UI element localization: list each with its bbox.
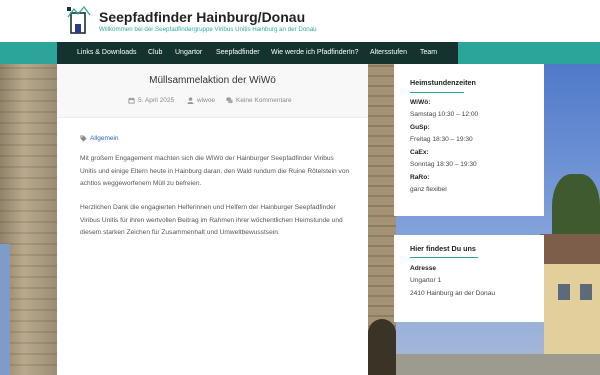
widget-title-underline [410, 257, 478, 258]
user-icon [187, 97, 194, 104]
post-category[interactable]: Allgemein [80, 135, 119, 142]
post-comments[interactable]: Keine Kommentare [226, 97, 292, 104]
site-logo[interactable] [66, 5, 92, 35]
hours-value-gusp: Freitag 18:30 – 19:30 [410, 136, 473, 143]
calendar-icon [128, 97, 135, 104]
post-author-text: wiwoe [197, 97, 216, 104]
nav-item-ungartor[interactable]: Ungartor [175, 49, 202, 56]
hours-label-caex: CaEx: [410, 149, 429, 156]
site-tagline: Willkommen bei der Seepfadfindergruppe V… [99, 26, 317, 33]
address-label: Adresse [410, 265, 437, 272]
hours-label-raro: RaRo: [410, 174, 430, 181]
main-nav: Links & Downloads Club Ungartor Seepfadf… [57, 42, 458, 64]
nav-item-altersstufen[interactable]: Altersstufen [370, 49, 407, 56]
hours-value-raro: ganz flexibel [410, 186, 447, 193]
hours-label-gusp: GuSp: [410, 124, 430, 131]
nav-item-links-downloads[interactable]: Links & Downloads [77, 49, 137, 56]
widget-title-underline [410, 92, 464, 93]
post-title[interactable]: Müllsammelaktion der WiWö [57, 75, 368, 86]
widget-title-location: Hier findest Du uns [410, 244, 476, 253]
site-title[interactable]: Seepfadfinder Hainburg/Donau [99, 9, 305, 25]
comments-icon [226, 97, 233, 104]
hours-value-caex: Sonntag 18:30 – 19:30 [410, 161, 477, 168]
nav-item-seepfadfinder[interactable]: Seepfadfinder [216, 49, 260, 56]
post-paragraph-2: Herzlichen Dank die engagierten Helferin… [80, 204, 343, 236]
nav-item-wie-werde-ich[interactable]: Wie werde ich PfadfinderIn? [271, 49, 359, 56]
post-comments-text: Keine Kommentare [236, 97, 292, 104]
widget-heimstundenzeiten: Heimstundenzeiten WiWö: Samstag 10:30 – … [394, 64, 544, 216]
post-paragraph-1: Mit großem Engagement machten sich die W… [80, 155, 350, 187]
post-author[interactable]: wiwoe [187, 97, 215, 104]
post-category-text: Allgemein [90, 135, 119, 142]
post-date-text: 5. April 2025 [138, 97, 175, 104]
nav-item-club[interactable]: Club [148, 49, 162, 56]
hours-label-wiwoe: WiWö: [410, 99, 431, 106]
address-street: Ungartor 1 [410, 277, 442, 284]
widget-hier-findest-du-uns: Hier findest Du uns Adresse Ungartor 1 2… [394, 235, 544, 322]
post-header: Müllsammelaktion der WiWö 5. April 2025 … [57, 64, 368, 118]
post-card: Müllsammelaktion der WiWö 5. April 2025 … [57, 64, 368, 375]
widget-title-hours: Heimstundenzeiten [410, 78, 476, 87]
site-header: Seepfadfinder Hainburg/Donau Willkommen … [0, 0, 600, 42]
post-date[interactable]: 5. April 2025 [128, 97, 174, 104]
tag-icon [80, 135, 87, 142]
address-city: 2410 Hainburg an der Donau [410, 290, 496, 297]
nav-item-team[interactable]: Team [420, 49, 437, 56]
hours-value-wiwoe: Samstag 10:30 – 12:00 [410, 111, 479, 118]
